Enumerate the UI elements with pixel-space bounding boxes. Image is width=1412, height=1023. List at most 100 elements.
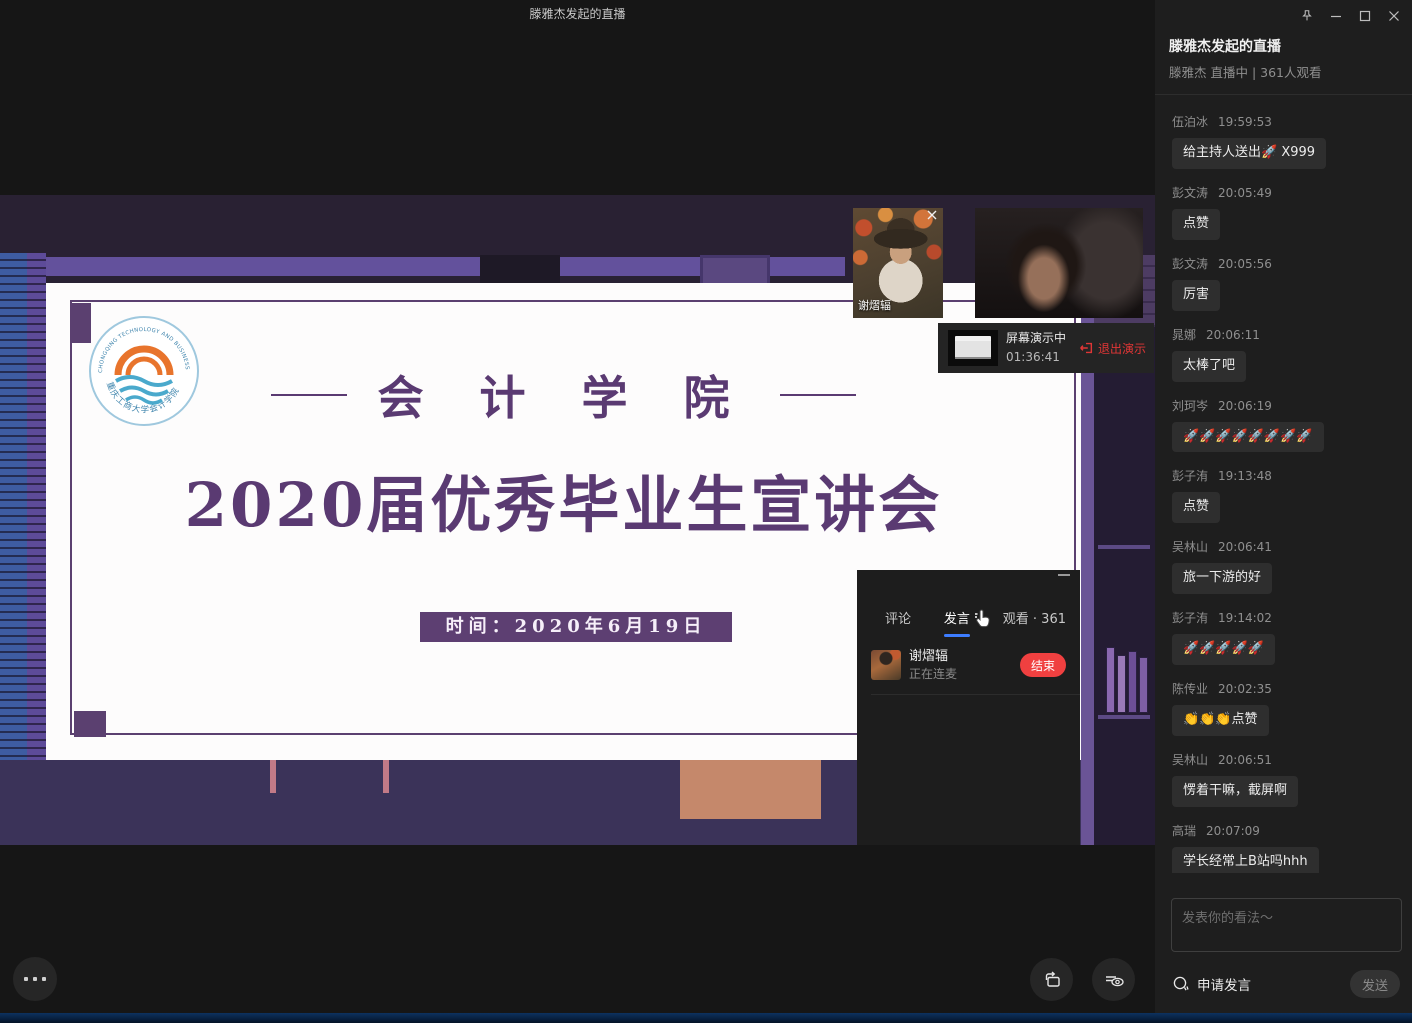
speaker-status: 正在连麦 [909, 666, 957, 683]
chat-user: 彭文涛 [1172, 257, 1208, 271]
exit-presentation-button[interactable]: 退出演示 [1078, 340, 1146, 357]
pin-icon [1300, 9, 1314, 23]
avatar [871, 650, 901, 680]
slide-title-row: 会 计 学 院 [46, 367, 1081, 423]
list-eye-icon [1102, 968, 1126, 992]
mouse-cursor [972, 607, 994, 631]
book-spine [1139, 657, 1148, 713]
chat-message-list[interactable]: 伍泊冰19:59:53给主持人送出🚀 X999彭文涛20:05:49点赞彭文涛2… [1172, 113, 1402, 873]
scene-table-leg [383, 760, 389, 793]
toggle-comments-button[interactable] [1092, 958, 1135, 1001]
chat-time: 20:02:35 [1218, 682, 1272, 696]
chat-input[interactable] [1171, 898, 1402, 952]
live-video-area[interactable]: CHONGQING TECHNOLOGY AND BUSINESS UNIVER… [0, 195, 1155, 845]
chat-user: 伍泊冰 [1172, 115, 1208, 129]
composer-actions: 申请发言 发送 [1171, 970, 1400, 998]
window-switch-icon [1040, 968, 1064, 992]
live-main-area: 滕雅杰发起的直播 [0, 0, 1155, 1013]
chat-sidebar: 滕雅杰发起的直播 滕雅杰 直播中 | 361人观看 伍泊冰19:59:53给主持… [1155, 0, 1412, 1013]
slide-corner-square [74, 711, 106, 737]
more-options-button[interactable] [13, 957, 57, 1001]
speaker-video-thumbnail[interactable]: 谢熠辐 [853, 208, 943, 318]
pin-window-button[interactable] [1299, 8, 1315, 24]
chat-bubble: 太棒了吧 [1172, 351, 1246, 382]
slide-college-title: 会 计 学 院 [377, 362, 749, 428]
chat-time: 19:14:02 [1218, 611, 1272, 625]
screen-share-bar: 屏幕演示中 01:36:41 退出演示 [938, 323, 1154, 373]
book-spine [1128, 651, 1137, 713]
chat-time: 20:07:09 [1206, 824, 1260, 838]
chat-time: 19:13:48 [1218, 469, 1272, 483]
shelf-line [1098, 715, 1150, 719]
chat-time: 20:05:56 [1218, 257, 1272, 271]
panel-tabs: 评论 发言 观看 · 361 [857, 608, 1080, 627]
active-tab-underline [944, 634, 970, 637]
chat-message: 高瑞 20:07:09 学长经常上B站吗hhh [1172, 822, 1402, 873]
book-spine [1106, 647, 1115, 713]
chat-message: 彭子洧 19:14:02 🚀🚀🚀🚀🚀 [1172, 609, 1402, 665]
speaker-name-label: 谢熠辐 [858, 297, 891, 313]
panel-divider [871, 694, 1080, 695]
chat-bubble: 🚀🚀🚀🚀🚀🚀🚀🚀 [1172, 422, 1324, 453]
title-rule-left [271, 394, 347, 396]
chat-user: 高瑞 [1172, 824, 1196, 838]
chat-time: 20:05:49 [1218, 186, 1272, 200]
close-window-button[interactable] [1386, 8, 1402, 24]
window-controls [1299, 8, 1402, 24]
chat-user: 晁娜 [1172, 328, 1196, 342]
chat-message: 彭文涛20:05:49点赞 [1172, 184, 1402, 240]
chat-bubble: 给主持人送出🚀 X999 [1172, 138, 1326, 169]
chat-time: 20:06:51 [1218, 753, 1272, 767]
switch-layout-button[interactable] [1030, 958, 1073, 1001]
scene-blinds [0, 253, 46, 760]
host-video-thumbnail[interactable] [975, 208, 1143, 318]
chat-time: 20:06:11 [1206, 328, 1260, 342]
maximize-window-button[interactable] [1357, 8, 1373, 24]
header-divider [1155, 94, 1412, 95]
exit-presentation-label: 退出演示 [1098, 340, 1146, 357]
end-connection-button[interactable]: 结束 [1020, 653, 1066, 677]
chat-bubble: 👏👏👏点赞 [1172, 705, 1269, 736]
connected-speaker-row: 谢熠辐 正在连麦 结束 [857, 642, 1080, 688]
request-speak-button[interactable]: 申请发言 [1171, 974, 1251, 994]
window-title: 滕雅杰发起的直播 [0, 0, 1155, 28]
panel-minimize-icon[interactable] [1058, 574, 1070, 576]
maximize-icon [1359, 10, 1371, 22]
chat-time: 20:06:19 [1218, 399, 1272, 413]
chat-bubble: 🚀🚀🚀🚀🚀 [1172, 634, 1275, 665]
scene-crate [680, 757, 821, 819]
chat-message: 彭子洧19:13:48点赞 [1172, 467, 1402, 523]
tab-speakers[interactable]: 发言 [944, 608, 970, 627]
screen-share-preview [948, 330, 998, 366]
close-icon[interactable] [924, 209, 940, 225]
minimize-window-button[interactable] [1328, 8, 1344, 24]
chat-user: 彭文涛 [1172, 186, 1208, 200]
slide-headline: 2020届优秀毕业生宣讲会 [46, 455, 1081, 544]
slide-time-banner: 时间：2020年6月19日 [420, 612, 732, 642]
screen-share-status: 屏幕演示中 [1006, 329, 1066, 348]
tab-viewers[interactable]: 观看 · 361 [1003, 608, 1066, 627]
ellipsis-icon [24, 977, 46, 981]
tab-comments[interactable]: 评论 [885, 608, 911, 627]
chat-bubble: 旅一下游的好 [1172, 563, 1272, 594]
chat-message: 彭文涛 20:05:56 厉害 [1172, 255, 1402, 311]
chat-message: 晁娜 20:06:11 太棒了吧 [1172, 326, 1402, 382]
chat-bubble: 学长经常上B站吗hhh [1172, 847, 1319, 873]
chat-user: 彭子洧 [1172, 469, 1208, 483]
chat-time: 19:59:53 [1218, 115, 1272, 129]
scene-table-leg [270, 760, 276, 793]
tab-speakers-label: 发言 [944, 612, 970, 627]
app-window: 滕雅杰发起的直播 [0, 0, 1412, 1023]
chat-message: 伍泊冰 19:59:53 给主持人送出🚀 X999 [1172, 113, 1402, 169]
chat-message: 吴林山20:06:51愣着干嘛，截屏啊 [1172, 751, 1402, 807]
raise-hand-icon [1171, 974, 1191, 994]
chat-bubble: 厉害 [1172, 280, 1220, 311]
chat-user: 彭子洧 [1172, 611, 1208, 625]
title-rule-right [780, 394, 856, 396]
chat-user: 吴林山 [1172, 753, 1208, 767]
send-button[interactable]: 发送 [1350, 970, 1400, 998]
chat-user: 吴林山 [1172, 540, 1208, 554]
chat-message: 刘珂岑 20:06:19 🚀🚀🚀🚀🚀🚀🚀🚀 [1172, 397, 1402, 453]
chat-user: 刘珂岑 [1172, 399, 1208, 413]
chat-message: 陈传业20:02:35👏👏👏点赞 [1172, 680, 1402, 736]
